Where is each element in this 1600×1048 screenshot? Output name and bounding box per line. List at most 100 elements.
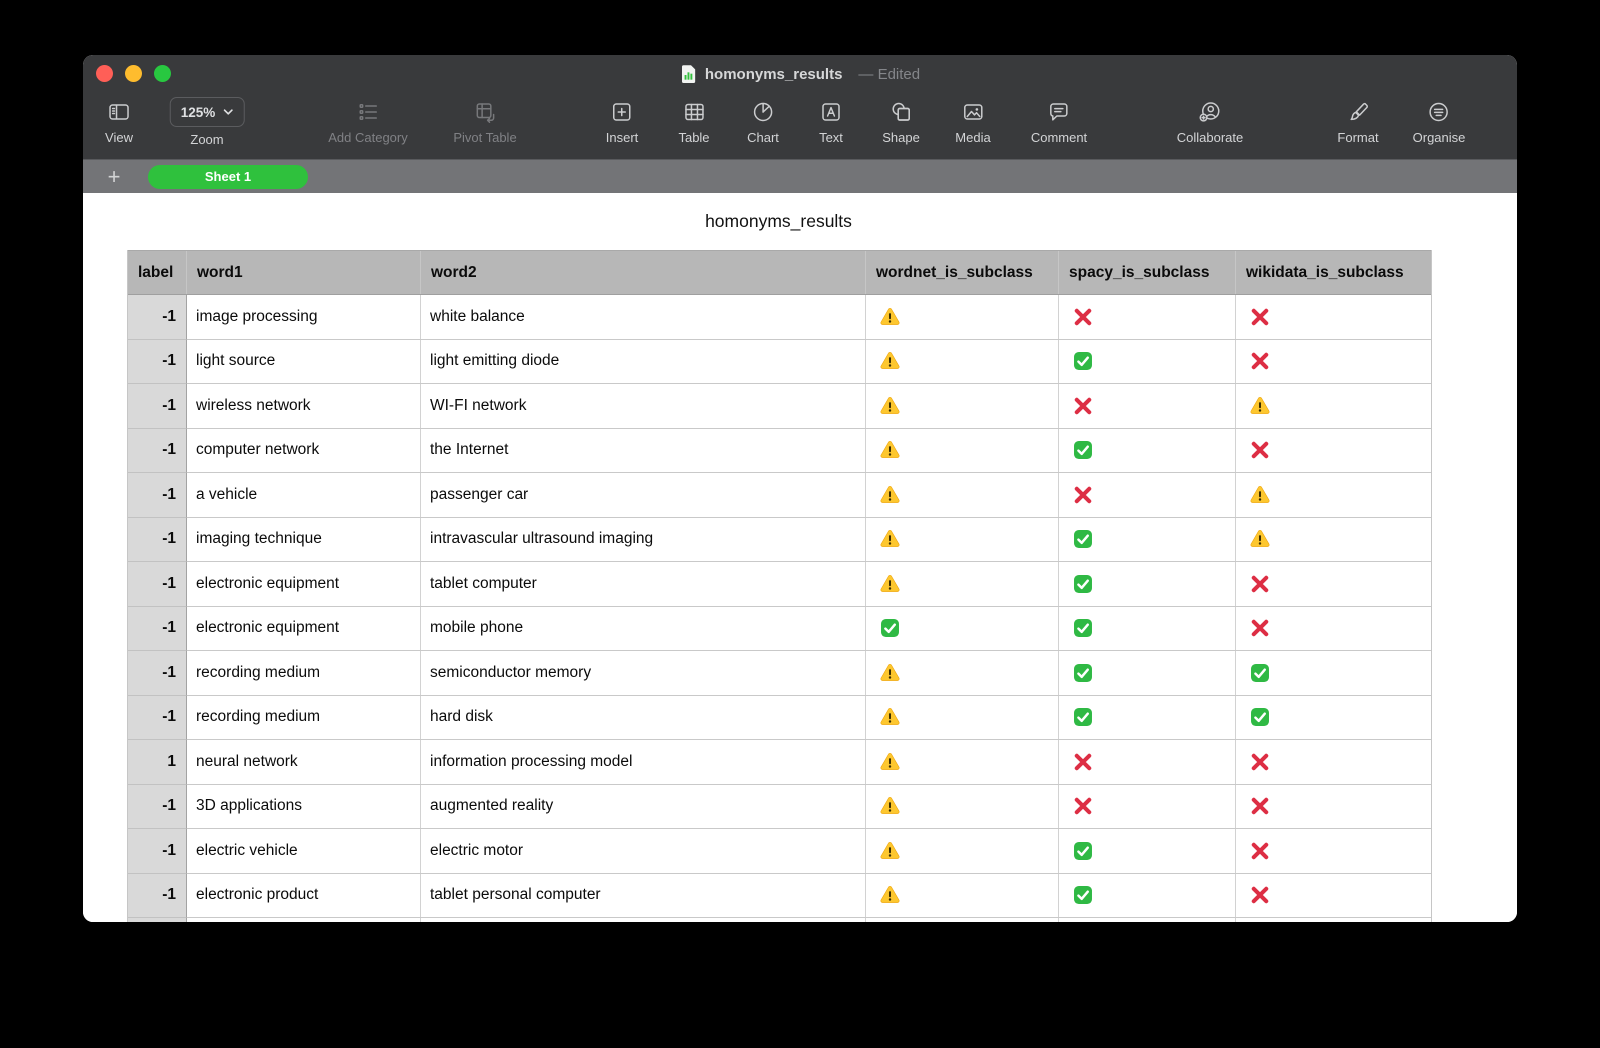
close-button[interactable] (96, 65, 113, 82)
add-sheet-button[interactable]: + (99, 162, 129, 192)
wikidata-is-subclass-cell[interactable] (1236, 518, 1431, 562)
spacy-is-subclass-cell[interactable] (1059, 695, 1236, 739)
wordnet-is-subclass-cell[interactable] (866, 784, 1059, 828)
wikidata-is-subclass-cell[interactable] (1236, 562, 1431, 606)
wikidata-is-subclass-cell[interactable] (1236, 384, 1431, 428)
wordnet-is-subclass-cell[interactable] (866, 829, 1059, 873)
toolbar-item-zoom[interactable]: 125% Zoom (169, 97, 245, 147)
spacy-is-subclass-cell[interactable] (1059, 740, 1236, 784)
word1-cell[interactable]: recording medium (187, 651, 421, 695)
word2-cell[interactable]: augmented reality (421, 784, 866, 828)
wikidata-is-subclass-cell[interactable] (1236, 785, 1431, 829)
wordnet-is-subclass-cell[interactable] (866, 562, 1059, 606)
word1-cell[interactable]: computer network (187, 428, 421, 472)
toolbar-item-insert[interactable]: Insert (606, 99, 638, 145)
word1-cell[interactable]: neural network (187, 740, 421, 784)
label-cell[interactable]: -1 (128, 339, 187, 384)
spacy-is-subclass-cell[interactable] (1059, 428, 1236, 472)
toolbar-item-text[interactable]: Text (818, 99, 844, 145)
label-cell[interactable]: -1 (128, 562, 187, 607)
word2-cell[interactable]: tablet computer (421, 562, 866, 606)
word2-cell[interactable]: the Internet (421, 428, 866, 472)
toolbar-item-table[interactable]: Table (678, 99, 710, 145)
minimize-button[interactable] (125, 65, 142, 82)
label-cell[interactable]: -1 (128, 873, 187, 918)
wordnet-is-subclass-cell[interactable] (866, 740, 1059, 784)
word1-cell[interactable]: 3D applications (187, 784, 421, 828)
spacy-is-subclass-cell[interactable] (1059, 295, 1236, 339)
column-header-word2[interactable]: word2 (421, 251, 866, 294)
spacy-is-subclass-cell[interactable] (1059, 517, 1236, 561)
spacy-is-subclass-cell[interactable] (1059, 473, 1236, 517)
wikidata-is-subclass-cell[interactable] (1236, 340, 1431, 384)
word2-cell[interactable]: tablet personal computer (421, 873, 866, 917)
spacy-is-subclass-cell[interactable] (1059, 829, 1236, 873)
wordnet-is-subclass-cell[interactable] (866, 295, 1059, 339)
word2-cell[interactable]: mobile phone (421, 606, 866, 650)
wikidata-is-subclass-cell[interactable] (1236, 696, 1431, 740)
fullscreen-button[interactable] (154, 65, 171, 82)
label-cell[interactable]: -1 (128, 651, 187, 696)
wordnet-is-subclass-cell[interactable] (866, 873, 1059, 917)
label-cell[interactable]: -1 (128, 695, 187, 740)
zoom-dropdown[interactable]: 125% (169, 97, 245, 127)
spacy-is-subclass-cell[interactable] (1059, 651, 1236, 695)
word2-cell[interactable]: smart phone (421, 918, 866, 922)
wordnet-is-subclass-cell[interactable] (866, 339, 1059, 383)
label-cell[interactable]: -1 (128, 918, 187, 922)
column-header-label[interactable]: label (128, 251, 187, 294)
label-cell[interactable]: -1 (128, 295, 187, 340)
word1-cell[interactable]: wireless network (187, 384, 421, 428)
label-cell[interactable]: -1 (128, 473, 187, 518)
word2-cell[interactable]: electric motor (421, 829, 866, 873)
label-cell[interactable]: -1 (128, 384, 187, 429)
word1-cell[interactable]: recording medium (187, 695, 421, 739)
word1-cell[interactable]: electronic product (187, 873, 421, 917)
label-cell[interactable]: 1 (128, 740, 187, 785)
label-cell[interactable]: -1 (128, 428, 187, 473)
toolbar-item-organise[interactable]: Organise (1413, 99, 1465, 145)
word1-cell[interactable]: electronic equipment (187, 606, 421, 650)
toolbar-item-view[interactable]: View (105, 99, 133, 145)
toolbar-item-chart[interactable]: Chart (747, 99, 779, 145)
label-cell[interactable]: -1 (128, 784, 187, 829)
wordnet-is-subclass-cell[interactable] (866, 384, 1059, 428)
word2-cell[interactable]: hard disk (421, 695, 866, 739)
word1-cell[interactable]: imaging technique (187, 517, 421, 561)
toolbar-item-comment[interactable]: Comment (1031, 99, 1087, 145)
wikidata-is-subclass-cell[interactable] (1236, 473, 1431, 517)
table-title[interactable]: homonyms_results (127, 211, 1430, 232)
word1-cell[interactable]: electronic equipment (187, 562, 421, 606)
column-header-wikidata-is-subclass[interactable]: wikidata_is_subclass (1236, 251, 1431, 294)
wikidata-is-subclass-cell[interactable] (1236, 918, 1431, 922)
wikidata-is-subclass-cell[interactable] (1236, 740, 1431, 784)
wordnet-is-subclass-cell[interactable] (866, 517, 1059, 561)
wikidata-is-subclass-cell[interactable] (1236, 874, 1431, 918)
spacy-is-subclass-cell[interactable] (1059, 918, 1236, 922)
wikidata-is-subclass-cell[interactable] (1236, 429, 1431, 473)
toolbar-item-shape[interactable]: Shape (882, 99, 920, 145)
word2-cell[interactable]: intravascular ultrasound imaging (421, 517, 866, 561)
spacy-is-subclass-cell[interactable] (1059, 606, 1236, 650)
word1-cell[interactable]: electric vehicle (187, 829, 421, 873)
spacy-is-subclass-cell[interactable] (1059, 384, 1236, 428)
word2-cell[interactable]: semiconductor memory (421, 651, 866, 695)
word2-cell[interactable]: passenger car (421, 473, 866, 517)
wordnet-is-subclass-cell[interactable] (866, 651, 1059, 695)
spacy-is-subclass-cell[interactable] (1059, 873, 1236, 917)
column-header-spacy-is-subclass[interactable]: spacy_is_subclass (1059, 251, 1236, 294)
tab-sheet-1[interactable]: Sheet 1 (148, 164, 308, 189)
wikidata-is-subclass-cell[interactable] (1236, 651, 1431, 695)
word2-cell[interactable]: WI-FI network (421, 384, 866, 428)
column-header-word1[interactable]: word1 (187, 251, 421, 294)
wordnet-is-subclass-cell[interactable] (866, 918, 1059, 922)
word1-cell[interactable]: light source (187, 339, 421, 383)
word2-cell[interactable]: light emitting diode (421, 339, 866, 383)
word1-cell[interactable]: a vehicle (187, 473, 421, 517)
wordnet-is-subclass-cell[interactable] (866, 428, 1059, 472)
spacy-is-subclass-cell[interactable] (1059, 562, 1236, 606)
label-cell[interactable]: -1 (128, 829, 187, 874)
wikidata-is-subclass-cell[interactable] (1236, 295, 1431, 339)
wikidata-is-subclass-cell[interactable] (1236, 607, 1431, 651)
word2-cell[interactable]: white balance (421, 295, 866, 339)
